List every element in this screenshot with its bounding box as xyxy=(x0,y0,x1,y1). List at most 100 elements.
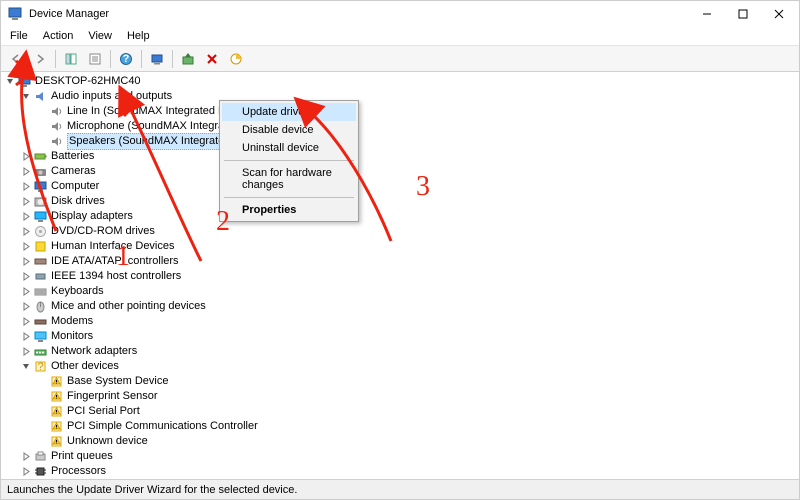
context-menu-item-disable-device[interactable]: Disable device xyxy=(222,121,356,139)
expand-icon[interactable] xyxy=(21,271,32,282)
toolbar-forward-button[interactable] xyxy=(29,48,51,70)
menu-help[interactable]: Help xyxy=(120,28,157,44)
menu-action[interactable]: Action xyxy=(36,28,81,44)
tree-node[interactable]: IDE ATA/ATAPI controllers xyxy=(5,254,799,269)
toolbar-help-button[interactable]: ? xyxy=(115,48,137,70)
tree-node[interactable]: Keyboards xyxy=(5,284,799,299)
ieee-icon xyxy=(33,270,47,284)
expand-icon[interactable] xyxy=(21,451,32,462)
tree-node[interactable]: Batteries xyxy=(5,149,799,164)
tree-node[interactable]: Print queues xyxy=(5,449,799,464)
menu-view[interactable]: View xyxy=(81,28,119,44)
collapse-icon[interactable] xyxy=(21,91,32,102)
context-menu: Update driverDisable deviceUninstall dev… xyxy=(219,100,359,222)
tree-twisty-none xyxy=(37,421,48,432)
maximize-button[interactable] xyxy=(725,3,761,25)
tree-node-label: Unknown device xyxy=(67,434,148,449)
tree-node[interactable]: IEEE 1394 host controllers xyxy=(5,269,799,284)
context-menu-separator xyxy=(224,197,354,198)
tree-node[interactable]: Modems xyxy=(5,314,799,329)
tree-node[interactable]: Monitors xyxy=(5,329,799,344)
monitor-icon xyxy=(33,330,47,344)
toolbar-back-button[interactable] xyxy=(5,48,27,70)
tree-node[interactable]: Audio inputs and outputs xyxy=(5,89,799,104)
expand-icon[interactable] xyxy=(21,331,32,342)
tree-node[interactable]: Cameras xyxy=(5,164,799,179)
printqueue-icon xyxy=(33,450,47,464)
toolbar-showhide-button[interactable] xyxy=(60,48,82,70)
tree-twisty-none xyxy=(37,436,48,447)
tree-node-label: IEEE 1394 host controllers xyxy=(51,269,181,284)
toolbar-uninstall-button[interactable] xyxy=(201,48,223,70)
collapse-icon[interactable] xyxy=(5,76,16,87)
tree-node[interactable]: DESKTOP-62HMC40 xyxy=(5,74,799,89)
device-tree-pane[interactable]: DESKTOP-62HMC40Audio inputs and outputsL… xyxy=(1,72,799,479)
computer-icon xyxy=(33,180,47,194)
dvd-icon xyxy=(33,225,47,239)
tree-node[interactable]: Fingerprint Sensor xyxy=(5,389,799,404)
tree-node[interactable]: DVD/CD-ROM drives xyxy=(5,224,799,239)
tree-node[interactable]: Mice and other pointing devices xyxy=(5,299,799,314)
tree-node[interactable]: Processors xyxy=(5,464,799,479)
menubar: File Action View Help xyxy=(1,27,799,46)
tree-node[interactable]: Line In (SoundMAX Integrated Digital HD … xyxy=(5,104,799,119)
tree-node[interactable]: Speakers (SoundMAX Integrated Digital HD… xyxy=(5,134,799,149)
tree-twisty-none xyxy=(37,136,48,147)
disk-icon xyxy=(33,195,47,209)
tree-node[interactable]: Computer xyxy=(5,179,799,194)
svg-text:?: ? xyxy=(37,361,43,373)
warn-icon xyxy=(49,420,63,434)
expand-icon[interactable] xyxy=(21,316,32,327)
tree-node[interactable]: Network adapters xyxy=(5,344,799,359)
toolbar-properties-button[interactable] xyxy=(84,48,106,70)
tree-node-label: Processors xyxy=(51,464,106,479)
tree-node[interactable]: Disk drives xyxy=(5,194,799,209)
context-menu-item-scan-for-hardware-changes[interactable]: Scan for hardware changes xyxy=(222,164,356,194)
close-button[interactable] xyxy=(761,3,797,25)
expand-icon[interactable] xyxy=(21,301,32,312)
expand-icon[interactable] xyxy=(21,226,32,237)
tree-node[interactable]: PCI Simple Communications Controller xyxy=(5,419,799,434)
tree-node[interactable]: Display adapters xyxy=(5,209,799,224)
expand-icon[interactable] xyxy=(21,286,32,297)
tree-node-label: Display adapters xyxy=(51,209,133,224)
expand-icon[interactable] xyxy=(21,346,32,357)
expand-icon[interactable] xyxy=(21,166,32,177)
tree-twisty-none xyxy=(37,106,48,117)
context-menu-item-update-driver[interactable]: Update driver xyxy=(222,103,356,121)
statusbar-text: Launches the Update Driver Wizard for th… xyxy=(7,484,297,496)
minimize-button[interactable] xyxy=(689,3,725,25)
tree-node[interactable]: ?Other devices xyxy=(5,359,799,374)
expand-icon[interactable] xyxy=(21,196,32,207)
expand-icon[interactable] xyxy=(21,151,32,162)
svg-text:?: ? xyxy=(123,53,130,65)
tree-node[interactable]: Human Interface Devices xyxy=(5,239,799,254)
toolbar-scan-button[interactable] xyxy=(146,48,168,70)
expand-icon[interactable] xyxy=(21,211,32,222)
speaker-icon xyxy=(49,105,63,119)
toolbar-update-button[interactable] xyxy=(177,48,199,70)
expand-icon[interactable] xyxy=(21,466,32,477)
tree-node-label: Modems xyxy=(51,314,93,329)
warn-icon xyxy=(49,375,63,389)
modem-icon xyxy=(33,315,47,329)
tree-node-label: Disk drives xyxy=(51,194,105,209)
collapse-icon[interactable] xyxy=(21,361,32,372)
tree-node[interactable]: Microphone (SoundMAX Integrated Digital … xyxy=(5,119,799,134)
mouse-icon xyxy=(33,300,47,314)
expand-icon[interactable] xyxy=(21,241,32,252)
network-icon xyxy=(33,345,47,359)
context-menu-item-properties[interactable]: Properties xyxy=(222,201,356,219)
camera-icon xyxy=(33,165,47,179)
menu-file[interactable]: File xyxy=(3,28,35,44)
expand-icon[interactable] xyxy=(21,256,32,267)
tree-node[interactable]: PCI Serial Port xyxy=(5,404,799,419)
toolbar-disable-button[interactable] xyxy=(225,48,247,70)
tree-node-label: Fingerprint Sensor xyxy=(67,389,158,404)
expand-icon[interactable] xyxy=(21,181,32,192)
tree-node-label: DVD/CD-ROM drives xyxy=(51,224,155,239)
toolbar: ? xyxy=(1,46,799,72)
context-menu-item-uninstall-device[interactable]: Uninstall device xyxy=(222,139,356,157)
tree-node[interactable]: Base System Device xyxy=(5,374,799,389)
tree-node[interactable]: Unknown device xyxy=(5,434,799,449)
